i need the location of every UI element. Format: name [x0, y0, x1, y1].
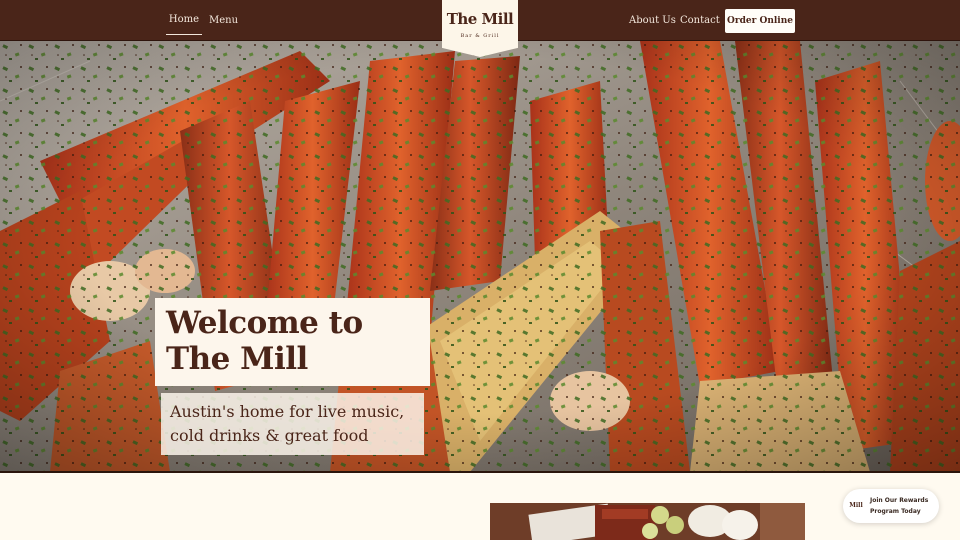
logo-subtitle: Bar & Grill: [460, 33, 500, 39]
nav-home-link[interactable]: Home: [166, 0, 202, 41]
hero-title: Welcome to The Mill: [166, 305, 363, 377]
logo-wordmark: The Mill: [446, 10, 514, 28]
nav-about-link[interactable]: About Us: [629, 0, 676, 41]
hero-tagline: Austin's home for live music, cold drink…: [170, 402, 405, 445]
site-logo[interactable]: The Mill Bar & Grill: [442, 0, 518, 57]
rewards-label: Join Our Rewards Program Today: [870, 497, 929, 515]
hero-banner: Welcome to The Mill Austin's home for li…: [0, 41, 960, 472]
nav-menu-link[interactable]: Menu: [209, 0, 238, 41]
mill-logo-icon: Mill: [849, 502, 863, 509]
welcome-heading-box: Welcome to The Mill: [155, 298, 430, 386]
nav-contact-link[interactable]: Contact: [680, 0, 720, 41]
rewards-program-button[interactable]: Mill Join Our Rewards Program Today: [843, 489, 939, 523]
food-platter-image: [490, 503, 805, 540]
hero-divider: [0, 471, 960, 473]
hero-crab-legs-image: [0, 41, 960, 472]
order-online-button[interactable]: Order Online: [725, 9, 795, 33]
tagline-box: Austin's home for live music, cold drink…: [161, 393, 424, 455]
